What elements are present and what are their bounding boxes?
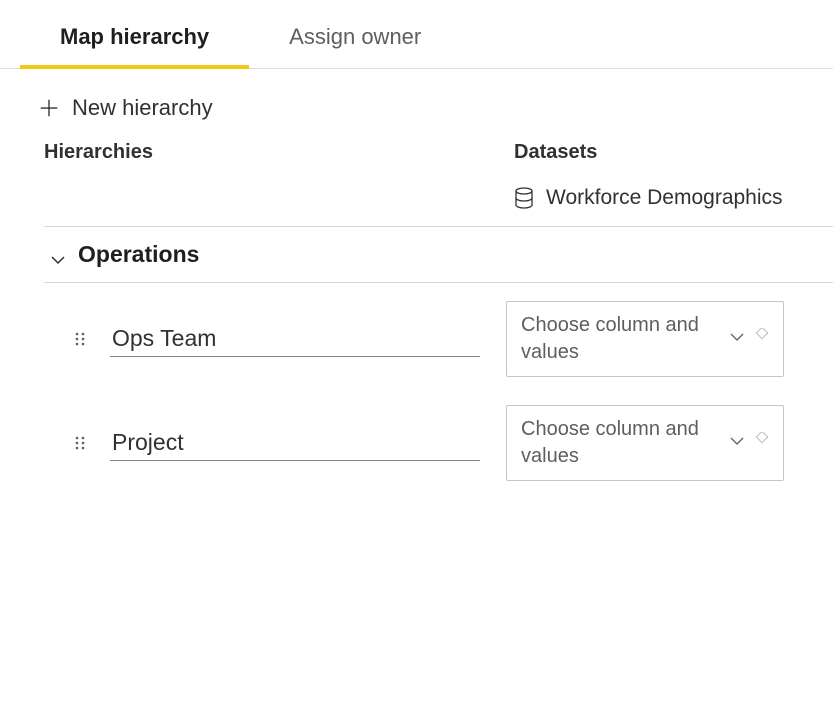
header-datasets: Datasets: [514, 141, 833, 164]
dropdown-placeholder: Choose column and values: [521, 312, 701, 366]
dataset-name: Workforce Demographics: [546, 186, 783, 210]
chevron-down-icon: [50, 247, 66, 263]
chevron-down-icon: [729, 433, 745, 454]
divider: [44, 282, 833, 283]
chevron-down-icon: [729, 329, 745, 350]
tab-bar: Map hierarchy Assign owner: [0, 0, 833, 69]
level-row: Choose column and values: [44, 405, 833, 481]
tab-label: Map hierarchy: [60, 24, 209, 49]
drag-handle-icon[interactable]: [70, 332, 90, 346]
level-row: Choose column and values: [44, 301, 833, 377]
level-name-input[interactable]: [110, 321, 480, 357]
new-hierarchy-button[interactable]: New hierarchy: [0, 69, 213, 133]
database-icon: [514, 187, 534, 209]
choose-column-dropdown[interactable]: Choose column and values: [506, 405, 784, 481]
tab-label: Assign owner: [289, 24, 421, 49]
hierarchy-name: Operations: [78, 241, 199, 268]
eraser-icon: [753, 328, 771, 351]
choose-column-dropdown[interactable]: Choose column and values: [506, 301, 784, 377]
dropdown-icons: [729, 432, 771, 455]
header-hierarchies: Hierarchies: [44, 141, 514, 164]
dataset-row: Workforce Demographics: [0, 186, 833, 210]
eraser-icon: [753, 432, 771, 455]
new-hierarchy-label: New hierarchy: [72, 95, 213, 121]
dropdown-placeholder: Choose column and values: [521, 416, 701, 470]
tab-assign-owner[interactable]: Assign owner: [249, 0, 461, 68]
columns-header: Hierarchies Datasets: [0, 141, 833, 164]
tab-map-hierarchy[interactable]: Map hierarchy: [20, 0, 249, 68]
dropdown-icons: [729, 328, 771, 351]
level-name-input[interactable]: [110, 425, 480, 461]
drag-handle-icon[interactable]: [70, 436, 90, 450]
levels-list: Choose column and values Choose column a…: [0, 301, 833, 481]
plus-icon: [38, 97, 60, 119]
hierarchy-toggle[interactable]: Operations: [0, 227, 833, 282]
